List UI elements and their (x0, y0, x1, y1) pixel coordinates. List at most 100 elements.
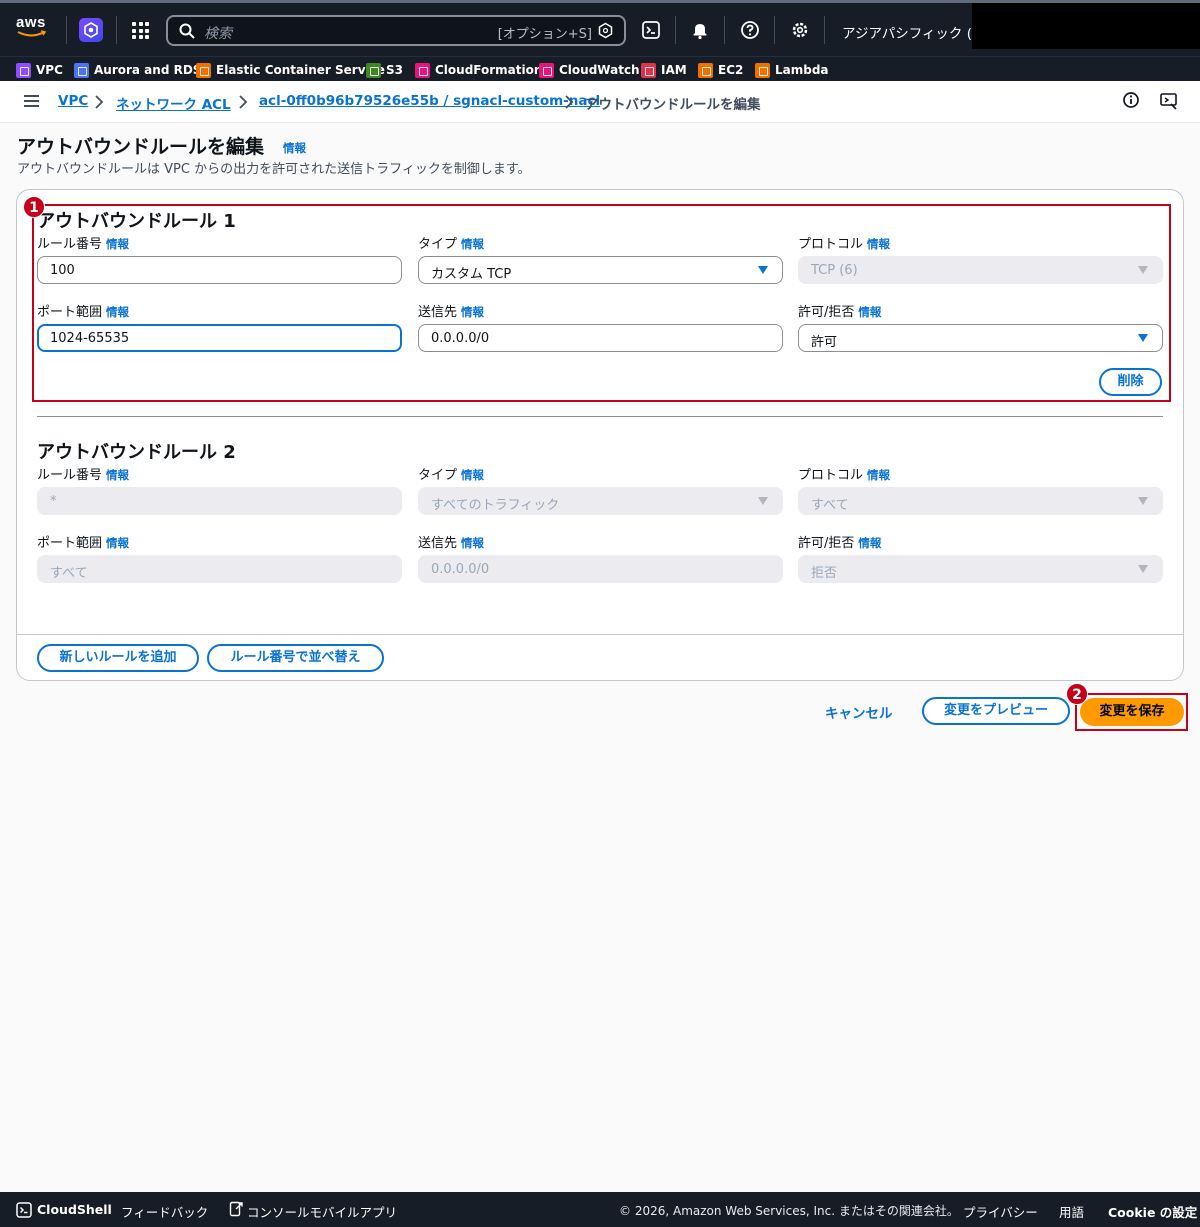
info-link[interactable]: 情報 (106, 536, 129, 550)
favorite-s3[interactable]: S3 (366, 61, 403, 79)
help-icon[interactable] (740, 20, 760, 40)
rule-2-protocol-label: プロトコル 情報 (798, 464, 890, 483)
favorite-label: CloudWatch (559, 63, 640, 77)
breadcrumb-network-acl[interactable]: ネットワーク ACL (116, 93, 231, 113)
footer-privacy-link[interactable]: プライバシー (963, 1202, 1038, 1221)
label-text: タイプ (418, 468, 458, 483)
caret-down-icon (1138, 565, 1148, 573)
favorites-bar: VPC Aurora and RDS Elastic Container Ser… (0, 56, 1200, 81)
chevron-right-icon (239, 95, 248, 109)
favorite-label: Aurora and RDS (94, 63, 202, 77)
ecs-icon (196, 62, 211, 78)
amazon-q-icon (598, 22, 613, 39)
cloudshell-icon (16, 1202, 32, 1218)
services-cube-icon[interactable] (79, 18, 103, 42)
aws-logo[interactable]: aws (16, 14, 50, 42)
caret-down-icon (758, 497, 768, 505)
info-link[interactable]: 情報 (106, 468, 129, 482)
breadcrumb-current: アウトバウンドルールを編集 (585, 97, 761, 113)
info-link[interactable]: 情報 (858, 536, 881, 550)
rule-2-port-label: ポート範囲 情報 (37, 532, 129, 551)
label-text: ルール番号 (37, 468, 103, 483)
favorite-aurora-rds[interactable]: Aurora and RDS (74, 61, 201, 79)
aws-logo-text: aws (16, 14, 46, 31)
footer-cookie-link[interactable]: Cookie の設定 (1108, 1202, 1197, 1221)
label-text: 許可/拒否 (798, 536, 855, 551)
chevron-right-icon (565, 95, 574, 109)
footer-mobile-app-link[interactable]: コンソールモバイルアプリ (247, 1202, 397, 1221)
select-value: 拒否 (811, 566, 838, 581)
add-rule-button[interactable]: 新しいルールを追加 (37, 644, 199, 672)
favorite-label: Lambda (775, 63, 829, 77)
favorite-label: CloudFormation (435, 63, 543, 77)
feedback-screen-icon[interactable] (1159, 91, 1179, 111)
page-description: アウトバウンドルールは VPC からの出力を許可された送信トラフィックを制御しま… (17, 162, 531, 177)
divider (116, 16, 117, 44)
search-shortcut: [オプション+S] (497, 27, 592, 42)
preview-changes-button[interactable]: 変更をプレビュー (922, 697, 1070, 725)
search-icon (179, 23, 195, 39)
info-link[interactable]: 情報 (461, 536, 484, 550)
cloudshell-icon[interactable] (641, 20, 661, 40)
select-value: すべて (811, 498, 849, 513)
divider (824, 16, 825, 44)
rule-2-allow-deny-select: 拒否 (798, 555, 1163, 583)
divider (724, 16, 725, 44)
info-icon[interactable] (1122, 91, 1140, 109)
divider (675, 16, 676, 44)
breadcrumb-vpc[interactable]: VPC (58, 93, 88, 109)
sort-rules-button[interactable]: ルール番号で並べ替え (207, 644, 384, 672)
favorite-ec2[interactable]: EC2 (698, 61, 743, 79)
panel-footer-divider (17, 634, 1183, 635)
rule-2-destination-input: 0.0.0.0/0 (418, 555, 783, 583)
favorite-label: EC2 (718, 63, 744, 77)
footer-terms-link[interactable]: 用語 (1059, 1202, 1084, 1221)
favorite-lambda[interactable]: Lambda (755, 61, 829, 79)
footer-feedback-link[interactable]: フィードバック (121, 1202, 208, 1221)
bell-icon[interactable] (690, 20, 710, 40)
favorite-cloudwatch[interactable]: CloudWatch (539, 61, 640, 79)
info-link[interactable]: 情報 (867, 468, 890, 482)
search-input[interactable]: 検索 [オプション+S] (166, 15, 626, 46)
page-title: アウトバウンドルールを編集 (17, 136, 265, 158)
favorite-label: IAM (661, 63, 687, 77)
annotation-badge-1: 1 (23, 196, 45, 218)
chevron-right-icon (95, 95, 104, 109)
caret-down-icon (1138, 497, 1148, 505)
rule-2-number-label: ルール番号 情報 (37, 464, 129, 483)
rule-2-type-select: すべてのトラフィック (418, 487, 783, 515)
gear-icon[interactable] (790, 20, 810, 40)
ec2-icon (698, 62, 713, 78)
search-placeholder: 検索 (204, 26, 232, 42)
rule-2-type-label: タイプ 情報 (418, 464, 484, 483)
menu-icon[interactable] (24, 95, 39, 107)
select-value: すべてのトラフィック (431, 498, 560, 513)
cloudwatch-icon (539, 62, 554, 78)
external-mobile-icon (229, 1201, 243, 1217)
favorite-label: S3 (386, 63, 403, 77)
page-info-link[interactable]: 情報 (283, 140, 306, 156)
cloudformation-icon (415, 62, 430, 78)
info-link[interactable]: 情報 (461, 468, 484, 482)
rds-icon (74, 62, 89, 78)
divider (66, 16, 67, 44)
breadcrumb-acl[interactable]: acl-0ff0b96b79526e55b / sgnacl-custom-na… (259, 93, 600, 109)
rule-2-port-input: すべて (37, 555, 402, 583)
favorite-ecs[interactable]: Elastic Container Service (196, 61, 385, 79)
divider (774, 16, 775, 44)
rule-2-destination-label: 送信先 情報 (418, 532, 484, 551)
favorite-vpc[interactable]: VPC (16, 61, 63, 79)
s3-icon (366, 62, 381, 78)
redacted-account-area (972, 3, 1200, 49)
app-grid-icon[interactable] (132, 22, 149, 39)
footer-cloudshell-link[interactable]: CloudShell (37, 1202, 112, 1217)
favorite-label: Elastic Container Service (216, 63, 385, 77)
favorite-cloudformation[interactable]: CloudFormation (415, 61, 542, 79)
annotation-box-1 (32, 204, 1171, 402)
favorite-iam[interactable]: IAM (641, 61, 687, 79)
cancel-button[interactable]: キャンセル (825, 702, 893, 722)
vpc-icon (16, 62, 31, 78)
iam-icon (641, 62, 656, 78)
top-navigation: aws 検索 [オプション+S] アジアパシフィック (東京) (0, 0, 1200, 56)
label-text: ポート範囲 (37, 536, 103, 551)
